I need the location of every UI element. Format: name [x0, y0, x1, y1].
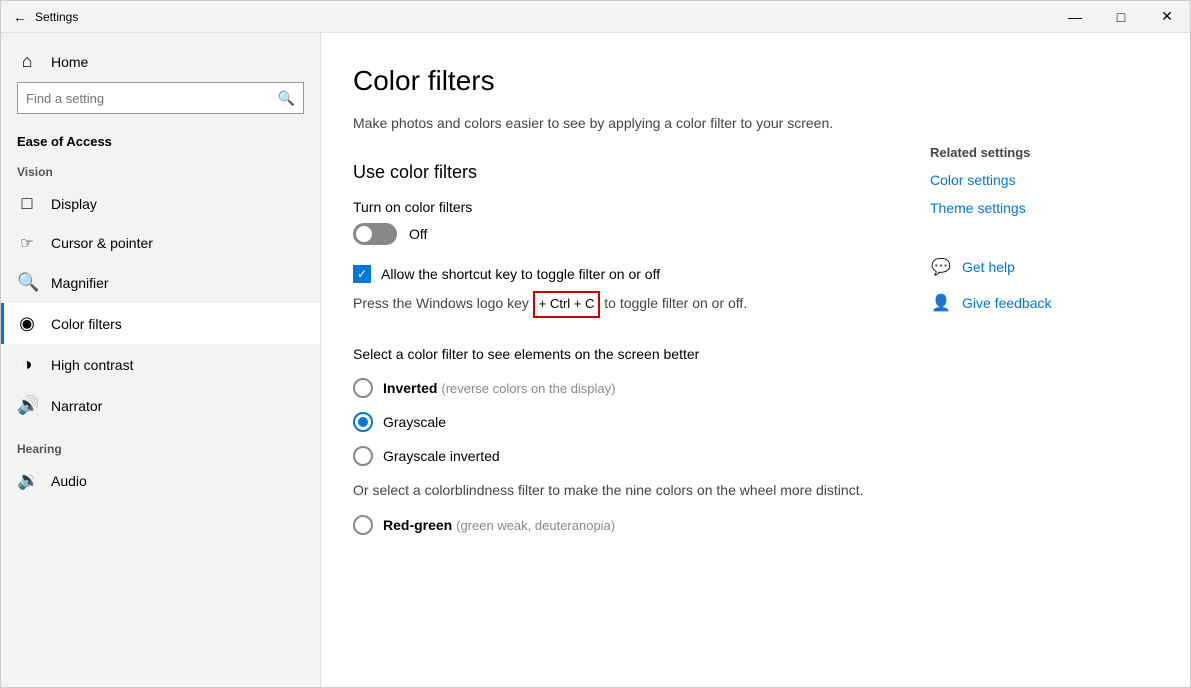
shortcut-text-before: Press the Windows logo key	[353, 295, 529, 311]
radio-inverted-circle[interactable]	[353, 378, 373, 398]
radio-inverted-label: Inverted (reverse colors on the display)	[383, 380, 616, 396]
sidebar-home-label: Home	[51, 54, 88, 70]
close-button[interactable]: ✕	[1144, 1, 1190, 33]
sidebar-narrator-label: Narrator	[51, 398, 102, 414]
related-settings-title: Related settings	[930, 145, 1150, 160]
maximize-button[interactable]: □	[1098, 1, 1144, 33]
sidebar-item-display[interactable]: □ Display	[1, 183, 320, 224]
main-content: Color filters Make photos and colors eas…	[321, 33, 1190, 687]
main-window: ← Settings — □ ✕ ⌂ Home 🔍 Ease of Access	[0, 0, 1191, 688]
radio-grayscale-inverted-circle[interactable]	[353, 446, 373, 466]
high-contrast-icon: ◑	[17, 354, 37, 375]
radio-inverted[interactable]: Inverted (reverse colors on the display)	[353, 378, 870, 398]
checkbox-checkmark: ✓	[357, 268, 367, 280]
narrator-icon: 🔊	[17, 395, 37, 416]
sidebar-item-narrator[interactable]: 🔊 Narrator	[1, 385, 320, 426]
shortcut-key-badge: + Ctrl + C	[533, 291, 601, 318]
hearing-section-label: Hearing	[1, 434, 320, 460]
sidebar: ⌂ Home 🔍 Ease of Access Vision □ Display…	[1, 33, 321, 687]
shortcut-description: Press the Windows logo key + Ctrl + C to…	[353, 291, 870, 318]
sidebar-item-audio[interactable]: 🔉 Audio	[1, 460, 320, 501]
magnifier-icon: 🔍	[17, 272, 37, 293]
color-settings-link[interactable]: Color settings	[930, 172, 1150, 188]
sidebar-display-label: Display	[51, 196, 97, 212]
radio-grayscale-inverted[interactable]: Grayscale inverted	[353, 446, 870, 466]
radio-red-green-circle[interactable]	[353, 515, 373, 535]
help-section: 💬 Get help 👤 Give feedback	[930, 256, 1150, 314]
ease-of-access-title: Ease of Access	[1, 130, 320, 157]
sidebar-item-magnifier[interactable]: 🔍 Magnifier	[1, 262, 320, 303]
display-icon: □	[17, 193, 37, 214]
back-icon: ←	[13, 9, 27, 25]
get-help-item[interactable]: 💬 Get help	[930, 256, 1150, 278]
radio-red-green-label: Red-green (green weak, deuteranopia)	[383, 517, 615, 533]
give-feedback-link[interactable]: Give feedback	[962, 295, 1052, 311]
give-feedback-item[interactable]: 👤 Give feedback	[930, 292, 1150, 314]
shortcut-text-after: to toggle filter on or off.	[604, 295, 747, 311]
title-bar-left: ← Settings	[13, 9, 78, 25]
give-feedback-icon: 👤	[930, 292, 952, 314]
title-bar-controls: — □ ✕	[1052, 1, 1190, 33]
toggle-row: Off	[353, 223, 870, 245]
sidebar-item-cursor[interactable]: ☞ Cursor & pointer	[1, 224, 320, 262]
toggle-thumb	[356, 226, 372, 242]
vision-section-label: Vision	[1, 157, 320, 183]
sidebar-color-filters-label: Color filters	[51, 316, 122, 332]
sidebar-high-contrast-label: High contrast	[51, 357, 133, 373]
main-left: Color filters Make photos and colors eas…	[353, 65, 910, 655]
radio-grayscale-inner	[358, 417, 368, 427]
sidebar-cursor-label: Cursor & pointer	[51, 235, 153, 251]
get-help-icon: 💬	[930, 256, 952, 278]
title-bar-title: Settings	[35, 10, 78, 24]
radio-grayscale-label: Grayscale	[383, 414, 446, 430]
title-bar: ← Settings — □ ✕	[1, 1, 1190, 33]
content-area: ⌂ Home 🔍 Ease of Access Vision □ Display…	[1, 33, 1190, 687]
right-panel: Related settings Color settings Theme se…	[910, 65, 1150, 655]
toggle-label: Turn on color filters	[353, 199, 870, 215]
sidebar-item-high-contrast[interactable]: ◑ High contrast	[1, 344, 320, 385]
color-filters-icon: ◉	[17, 313, 37, 334]
shortcut-checkbox[interactable]: ✓	[353, 265, 371, 283]
sidebar-item-home[interactable]: ⌂ Home	[1, 41, 320, 82]
sidebar-item-color-filters[interactable]: ◉ Color filters	[1, 303, 320, 344]
shortcut-checkbox-row: ✓ Allow the shortcut key to toggle filte…	[353, 265, 870, 283]
search-box[interactable]: 🔍	[17, 82, 304, 114]
cursor-icon: ☞	[17, 234, 37, 252]
get-help-link[interactable]: Get help	[962, 259, 1015, 275]
filter-select-label: Select a color filter to see elements on…	[353, 346, 870, 362]
use-color-filters-section-title: Use color filters	[353, 162, 870, 183]
radio-grayscale-circle[interactable]	[353, 412, 373, 432]
page-description: Make photos and colors easier to see by …	[353, 113, 870, 134]
page-title: Color filters	[353, 65, 870, 97]
shortcut-checkbox-label: Allow the shortcut key to toggle filter …	[381, 266, 660, 282]
search-submit-button[interactable]: 🔍	[278, 90, 295, 107]
search-input[interactable]	[26, 91, 278, 106]
radio-grayscale[interactable]: Grayscale	[353, 412, 870, 432]
sidebar-magnifier-label: Magnifier	[51, 275, 109, 291]
color-filters-toggle[interactable]	[353, 223, 397, 245]
theme-settings-link[interactable]: Theme settings	[930, 200, 1150, 216]
audio-icon: 🔉	[17, 470, 37, 491]
minimize-button[interactable]: —	[1052, 1, 1098, 33]
sidebar-audio-label: Audio	[51, 473, 87, 489]
radio-grayscale-inverted-label: Grayscale inverted	[383, 448, 500, 464]
home-icon: ⌂	[17, 51, 37, 72]
toggle-state-label: Off	[409, 226, 427, 242]
colorblind-description: Or select a colorblindness filter to mak…	[353, 480, 870, 501]
radio-red-green[interactable]: Red-green (green weak, deuteranopia)	[353, 515, 870, 535]
